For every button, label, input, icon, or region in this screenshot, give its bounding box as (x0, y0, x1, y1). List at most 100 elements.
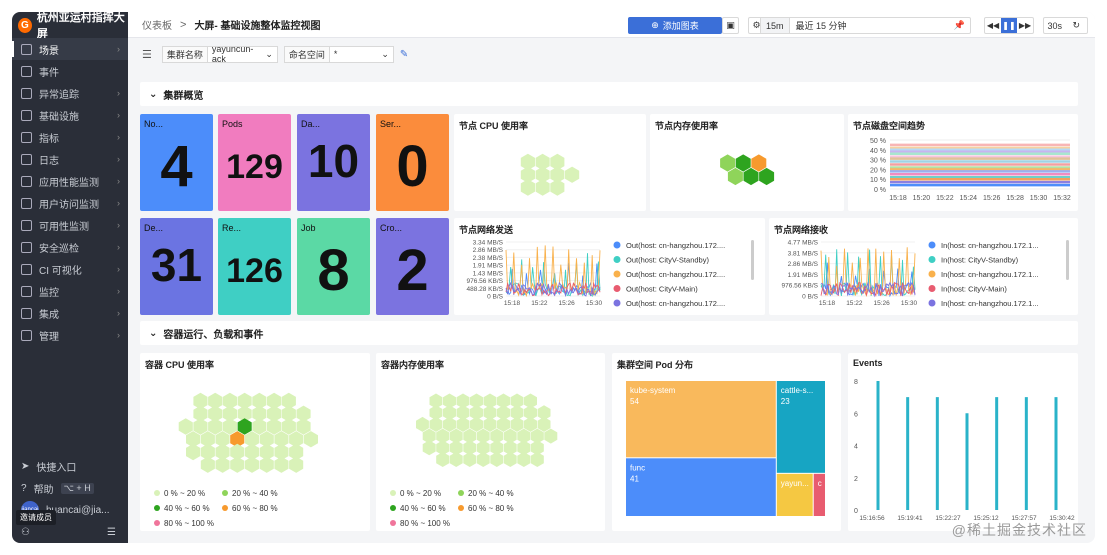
legend-label[interactable]: In(host: CityV-Main) (941, 285, 1007, 294)
sidebar-item[interactable]: CI 可视化 › (12, 258, 128, 280)
hex-cell[interactable] (281, 418, 296, 435)
hex-cell[interactable] (208, 418, 223, 435)
stat-tile[interactable]: Job 8 (297, 218, 370, 315)
hex-cell[interactable] (530, 452, 544, 467)
time-range-picker[interactable]: 15m 最近 15 分钟 📌 (760, 17, 971, 34)
legend-label[interactable]: Out(host: cn-hangzhou.172.... (626, 241, 725, 250)
sidebar-item[interactable]: 用户访问监测 › (12, 192, 128, 214)
forward-icon[interactable]: ▶▶ (1017, 18, 1033, 33)
help-entry[interactable]: ? 帮助 ⌥ + H (12, 477, 128, 499)
filter-icon[interactable]: ☰ (142, 48, 152, 61)
hex-cell[interactable] (524, 416, 537, 432)
net-recv-panel[interactable]: 节点网络接收 4.77 MB/S 3.81 MB/S 2.86 MB/S 1.91 M… (769, 218, 1078, 315)
refresh-icon[interactable]: ↻ (1066, 20, 1088, 31)
hex-cell[interactable] (463, 452, 477, 467)
hex-cell[interactable] (303, 431, 318, 448)
event-bar[interactable] (935, 397, 939, 510)
hex-cell[interactable] (274, 456, 289, 473)
event-bar[interactable] (995, 397, 999, 510)
container-mem-panel[interactable]: 容器内存使用率 0 % ~ 20 % 20 % ~ 40 % 40 % ~ 60 %… (376, 353, 605, 531)
hex-cell[interactable] (230, 456, 245, 473)
hex-cell[interactable] (483, 416, 497, 432)
hex-cell[interactable] (727, 167, 743, 186)
hex-cell[interactable] (252, 418, 267, 435)
section-header-containers[interactable]: ⌄ 容器运行、负载和事件 (140, 321, 1078, 345)
container-cpu-panel[interactable]: 容器 CPU 使用率 0 % ~ 20 % 20 % ~ 40 % 40 % ~ 6… (140, 353, 370, 531)
hex-cell[interactable] (289, 456, 304, 473)
hex-cell[interactable] (550, 179, 565, 196)
breadcrumb-parent[interactable]: 仪表板 (142, 17, 172, 32)
hex-cell[interactable] (544, 428, 558, 444)
pin-icon[interactable]: 📌 (954, 20, 970, 31)
legend-label[interactable]: Out(host: cn-hangzhou.172.... (626, 270, 725, 279)
stat-tile[interactable]: Re... 126 (218, 218, 291, 315)
sidebar-item[interactable]: 安全巡检 › (12, 236, 128, 258)
legend-label[interactable]: In(host: cn-hangzhou.172.1... (941, 241, 1039, 250)
legend-label[interactable]: Out(host: CityV-Main) (626, 285, 698, 294)
hex-cell[interactable] (178, 418, 193, 435)
hex-cell[interactable] (517, 452, 531, 467)
legend-label[interactable]: In(host: cn-hangzhou.172.1... (941, 299, 1039, 308)
stat-tile[interactable]: No... 4 (140, 114, 213, 211)
hex-cell[interactable] (520, 179, 535, 196)
sidebar-item[interactable]: 可用性监测 › (12, 214, 128, 236)
legend-item[interactable]: 0 % ~ 20 % (390, 486, 458, 500)
stat-tile[interactable]: Ser... 0 (376, 114, 449, 211)
hex-cell[interactable] (237, 418, 252, 435)
hex-cell[interactable] (186, 443, 201, 461)
hex-cell[interactable] (497, 416, 510, 432)
hex-cell[interactable] (422, 440, 436, 456)
sidebar-item[interactable]: 管理 › (12, 324, 128, 346)
hex-cell[interactable] (456, 416, 470, 432)
sidebar-item[interactable]: 应用性能监测 › (12, 170, 128, 192)
hex-cell[interactable] (537, 416, 551, 432)
net-send-panel[interactable]: 节点网络发送 3.34 MB/S 2.86 MB/S 2.38 MB/S 1.91 M… (454, 218, 765, 315)
event-bar[interactable] (906, 397, 910, 510)
hex-cell[interactable] (476, 452, 490, 467)
legend-label[interactable]: Out(host: cn-hangzhou.172.... (626, 299, 725, 308)
hex-cell[interactable] (759, 167, 775, 186)
sidebar-item[interactable]: 场景 › (12, 38, 128, 60)
hex-cell[interactable] (443, 416, 456, 432)
section-header-overview[interactable]: ⌄ 集群概览 (140, 82, 1078, 106)
hex-cell[interactable] (751, 154, 767, 172)
legend-item[interactable]: 40 % ~ 60 % (154, 501, 222, 515)
event-bar[interactable] (1024, 397, 1028, 510)
edit-icon[interactable]: ✎ (400, 49, 408, 60)
hex-cell[interactable] (193, 418, 208, 435)
legend-scrollbar[interactable] (1066, 240, 1069, 280)
refresh-control[interactable]: 30s ↻ (1043, 17, 1088, 34)
shortcut-entry[interactable]: ➤ 快捷入口 (12, 455, 128, 477)
stat-tile[interactable]: Da... 10 (297, 114, 370, 211)
legend-item[interactable]: 20 % ~ 40 % (222, 486, 332, 500)
legend-item[interactable]: 40 % ~ 60 % (390, 501, 458, 515)
event-bar[interactable] (1054, 397, 1058, 510)
hex-cell[interactable] (490, 452, 504, 467)
hex-cell[interactable] (565, 166, 580, 183)
hex-cell[interactable] (222, 418, 237, 435)
cluster-select[interactable]: yayuncun-ack ⌄ (207, 44, 278, 64)
hex-cell[interactable] (244, 456, 260, 473)
person-icon[interactable]: ⚇ (21, 527, 30, 538)
legend-item[interactable]: 80 % ~ 100 % (154, 516, 222, 530)
pod-distribution-panel[interactable]: 集群空间 Pod 分布 kube-system 54 func 41 cattle-s.… (612, 353, 841, 531)
stat-tile[interactable]: Cro... 2 (376, 218, 449, 315)
legend-item[interactable]: 0 % ~ 20 % (154, 486, 222, 500)
hex-cell[interactable] (735, 154, 751, 172)
hex-cell[interactable] (416, 416, 429, 432)
hex-cell[interactable] (535, 179, 550, 196)
hex-cell[interactable] (215, 456, 230, 473)
stat-tile[interactable]: De... 31 (140, 218, 213, 315)
pause-icon[interactable]: ❚❚ (1001, 18, 1017, 33)
node-cpu-panel[interactable]: 节点 CPU 使用率 (454, 114, 646, 211)
hex-cell[interactable] (510, 416, 524, 432)
legend-item[interactable]: 80 % ~ 100 % (390, 516, 458, 530)
sidebar-item[interactable]: 指标 › (12, 126, 128, 148)
hex-cell[interactable] (743, 167, 759, 186)
hex-cell[interactable] (296, 418, 311, 435)
sidebar-item[interactable]: 异常追踪 › (12, 82, 128, 104)
hex-cell[interactable] (470, 416, 483, 432)
node-disk-panel[interactable]: 节点磁盘空间趋势 50 % 40 % 30 % 20 % 10 % 0 % 15:18 15:… (848, 114, 1078, 211)
sidebar-item[interactable]: 事件 (12, 60, 128, 82)
legend-label[interactable]: Out(host: CityV-Standby) (626, 256, 709, 265)
